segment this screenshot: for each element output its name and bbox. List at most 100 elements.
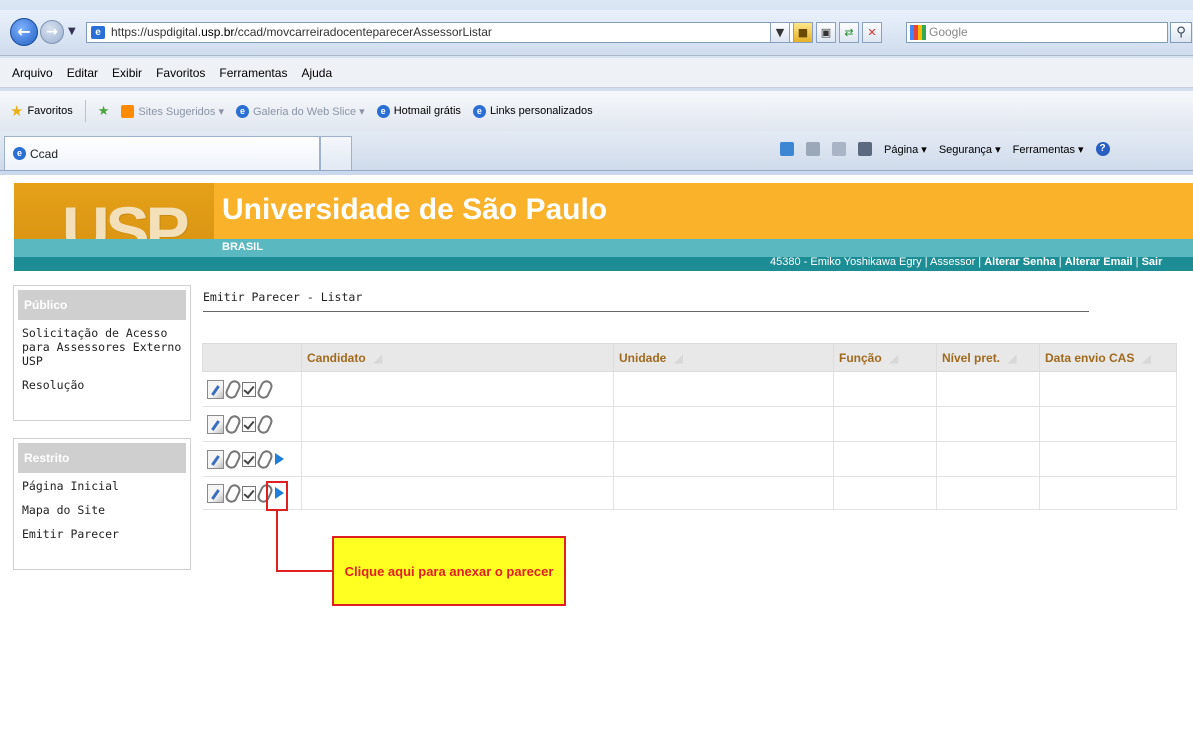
refresh-icon[interactable]: ⇄ (839, 22, 859, 43)
menu-favoritos[interactable]: Favoritos (156, 66, 205, 80)
cell-unidade (613, 371, 834, 407)
sidebar-public-title: Público (18, 290, 186, 320)
url-prefix: https://uspdigital. (111, 25, 202, 39)
sort-icon[interactable]: ◢ (374, 353, 382, 365)
user-info: 45380 - Emiko Yoshikawa Egry | Assessor … (770, 256, 985, 268)
sort-icon[interactable]: ◢ (674, 353, 682, 365)
cell-nivel (936, 406, 1040, 442)
sort-icon[interactable]: ◢ (890, 353, 898, 365)
history-dropdown-icon[interactable]: ▼ (68, 26, 76, 37)
attach-parecer-icon[interactable] (255, 377, 274, 401)
fav-hotmail[interactable]: e Hotmail grátis (376, 104, 461, 118)
parecer-table: Candidato ◢ Unidade ◢ Função ◢ Nível pret. ◢… (202, 343, 1177, 510)
compat-view-icon[interactable]: ▣ (816, 22, 836, 43)
sort-icon[interactable]: ◢ (1008, 353, 1016, 365)
home-icon[interactable] (780, 142, 794, 156)
menu-exibir[interactable]: Exibir (112, 66, 142, 80)
sidebar-public: Público Solicitação de Acesso para Asses… (13, 285, 191, 421)
sidebar-item-solicitacao[interactable]: Solicitação de Acesso para Assessores Ex… (14, 320, 190, 372)
checklist-icon[interactable] (241, 416, 256, 432)
change-password-link[interactable]: Alterar Senha (984, 256, 1056, 268)
favorites-bar: ★ Favoritos ★ Sites Sugeridos ▾ e Galeri… (0, 91, 1193, 131)
sidebar-item-pagina-inicial[interactable]: Página Inicial (14, 473, 190, 497)
column-data-envio[interactable]: Data envio CAS ◢ (1039, 343, 1177, 372)
search-placeholder: Google (929, 25, 968, 39)
paperclip-icon[interactable] (223, 447, 242, 471)
url-dropdown-icon[interactable]: ▼ (770, 22, 790, 43)
mail-icon[interactable] (832, 142, 846, 156)
sidebar-restricted: Restrito Página Inicial Mapa do Site Emi… (13, 438, 191, 570)
edit-icon[interactable] (206, 379, 224, 399)
lock-icon[interactable]: ■ (793, 22, 813, 43)
attach-parecer-icon[interactable] (255, 412, 274, 436)
print-icon[interactable] (858, 142, 872, 156)
cell-unidade (613, 406, 834, 442)
feed-icon[interactable] (806, 142, 820, 156)
fav-label: Links personalizados (489, 105, 593, 117)
fav-links[interactable]: e Links personalizados (472, 104, 593, 118)
checklist-icon[interactable] (241, 485, 256, 501)
column-candidato[interactable]: Candidato ◢ (301, 343, 614, 372)
fav-sites-sugeridos[interactable]: Sites Sugeridos ▾ (121, 104, 224, 118)
sidebar-item-emitir-parecer[interactable]: Emitir Parecer (14, 521, 190, 545)
sidebar-item-resolucao[interactable]: Resolução (14, 372, 190, 396)
add-favorite-icon[interactable]: ★ (98, 103, 110, 119)
callout-connector (276, 570, 332, 572)
paperclip-icon[interactable] (223, 481, 242, 505)
column-label: Unidade (619, 350, 667, 365)
column-funcao[interactable]: Função ◢ (833, 343, 937, 372)
site-subtitle: BRASIL (222, 241, 263, 253)
url-field[interactable]: e https://uspdigital.usp.br/ccad/movcarr… (86, 22, 806, 43)
sidebar-restricted-title: Restrito (18, 443, 186, 473)
paperclip-icon[interactable] (223, 412, 242, 436)
menu-arquivo[interactable]: Arquivo (12, 66, 53, 80)
menu-ferramentas[interactable]: Ferramentas (219, 66, 287, 80)
command-bar: Página ▾ Segurança ▾ Ferramentas ▾ ? (780, 142, 1110, 156)
site-title: Universidade de São Paulo (222, 193, 608, 226)
edit-icon[interactable] (206, 483, 224, 503)
header-stripe (14, 239, 1193, 257)
search-input[interactable]: Google (906, 22, 1168, 43)
fav-label: Hotmail grátis (393, 105, 461, 117)
ie-icon: e (235, 104, 249, 118)
separator: | (1132, 256, 1142, 268)
sort-icon[interactable]: ◢ (1142, 353, 1150, 365)
help-icon[interactable]: ? (1095, 142, 1110, 156)
fav-label: Galeria do Web Slice ▾ (252, 105, 365, 118)
cmd-seguranca[interactable]: Segurança ▾ (939, 143, 1001, 156)
ie-icon: e (13, 147, 26, 160)
stop-icon[interactable]: ✕ (862, 22, 882, 43)
sidebar-item-mapa-site[interactable]: Mapa do Site (14, 497, 190, 521)
menu-ajuda[interactable]: Ajuda (301, 66, 332, 80)
search-icon[interactable]: ⚲ (1170, 22, 1192, 43)
edit-icon[interactable] (206, 449, 224, 469)
checklist-icon[interactable] (241, 451, 256, 467)
table-row (202, 476, 1177, 510)
back-button[interactable]: ← (10, 18, 38, 46)
cmd-ferramentas[interactable]: Ferramentas ▾ (1013, 143, 1084, 156)
change-email-link[interactable]: Alterar Email (1065, 256, 1133, 268)
tab-ccad[interactable]: e Ccad (4, 136, 320, 170)
address-bar: ← → ▼ e https://uspdigital.usp.br/ccad/m… (0, 10, 1193, 56)
attach-parecer-icon[interactable] (255, 447, 274, 471)
edit-icon[interactable] (206, 414, 224, 434)
send-arrow-icon[interactable] (274, 453, 284, 465)
menu-bar: Arquivo Editar Exibir Favoritos Ferramen… (0, 58, 1193, 88)
menu-editar[interactable]: Editar (67, 66, 98, 80)
paperclip-icon[interactable] (223, 377, 242, 401)
favorites-button[interactable]: ★ Favoritos (10, 102, 73, 120)
column-unidade[interactable]: Unidade ◢ (613, 343, 834, 372)
fav-web-slice[interactable]: e Galeria do Web Slice ▾ (235, 104, 365, 118)
callout-connector (276, 511, 278, 572)
forward-button[interactable]: → (40, 20, 64, 44)
table-row (202, 371, 1177, 407)
cell-candidato (301, 371, 614, 407)
logout-link[interactable]: Sair (1142, 256, 1163, 268)
new-tab-button[interactable] (320, 136, 352, 170)
checklist-icon[interactable] (241, 381, 256, 397)
breadcrumb-divider (203, 311, 1089, 312)
cmd-pagina[interactable]: Página ▾ (884, 143, 927, 156)
breadcrumb: Emitir Parecer - Listar (203, 290, 363, 304)
cell-funcao (833, 371, 937, 407)
column-nivel[interactable]: Nível pret. ◢ (936, 343, 1040, 372)
